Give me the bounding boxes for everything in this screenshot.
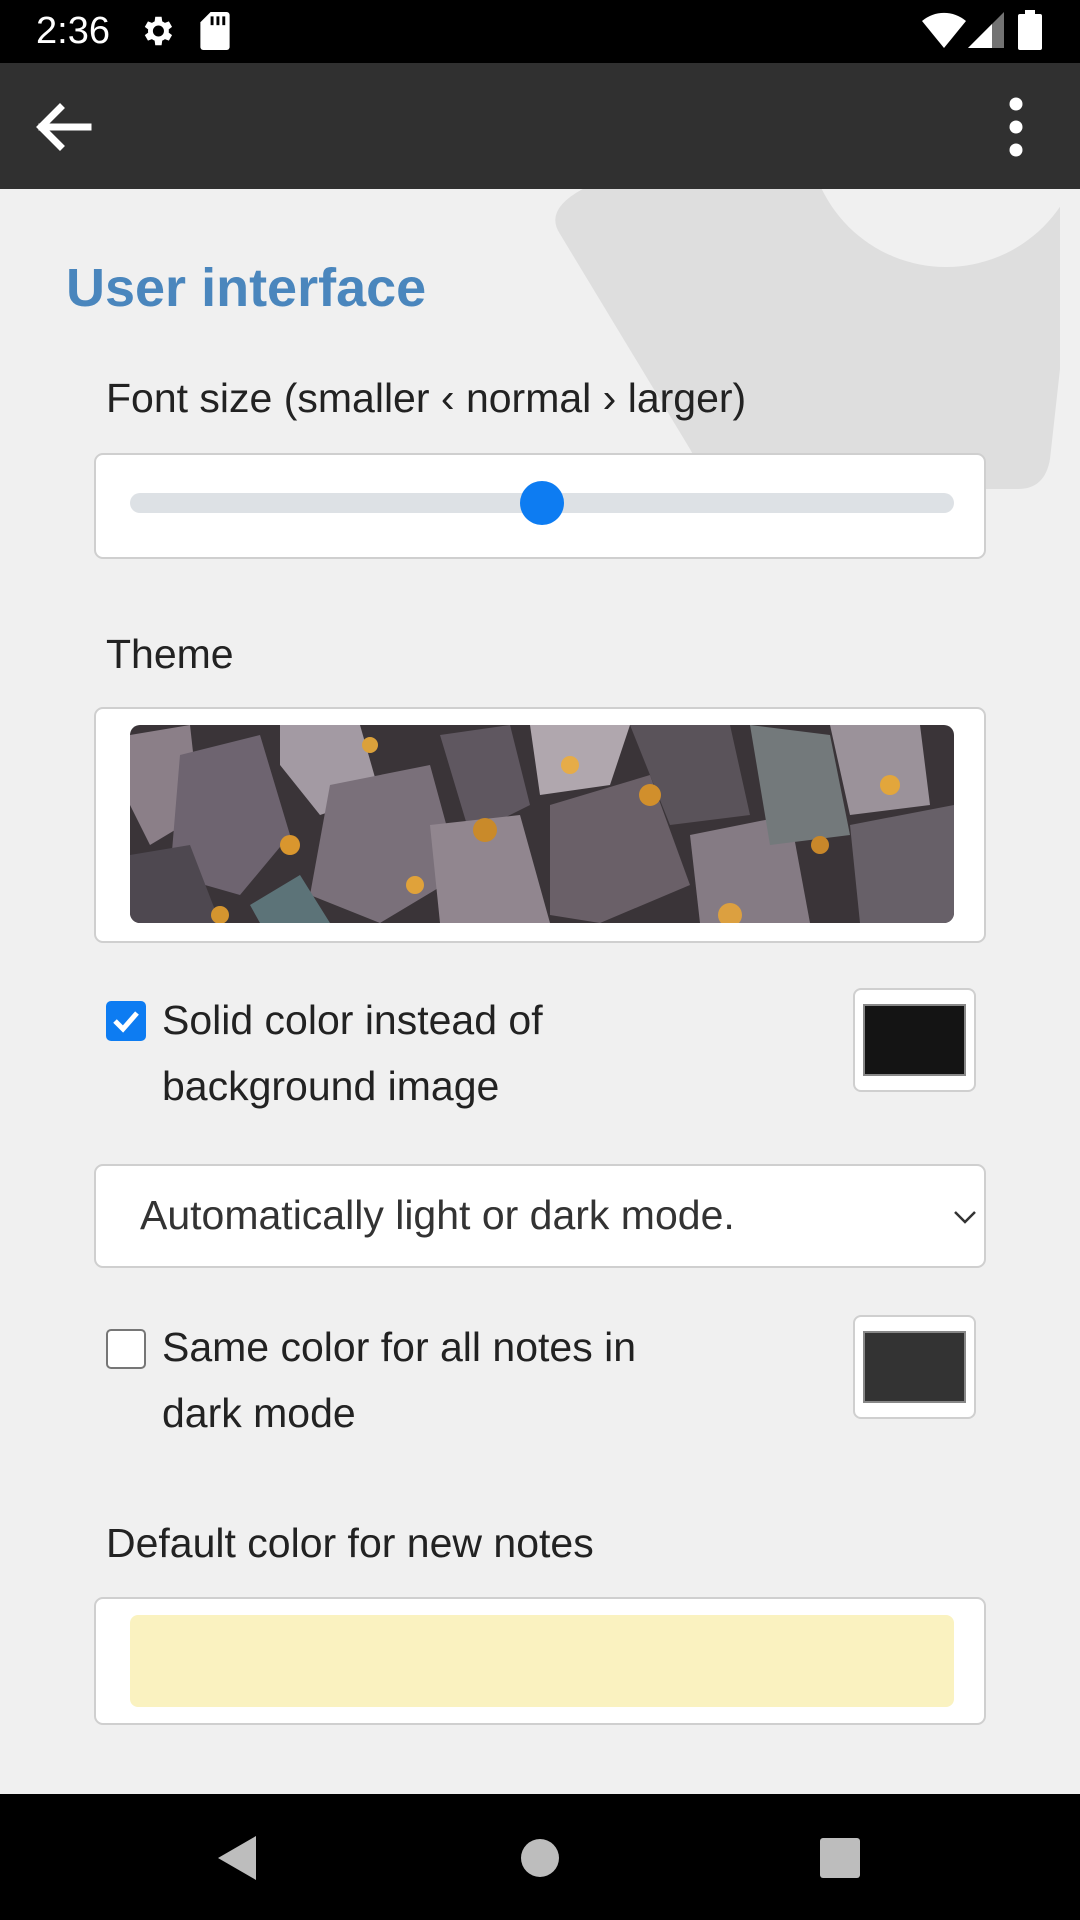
- dark-color-swatch-button[interactable]: [853, 1315, 976, 1419]
- mode-select[interactable]: Automatically light or dark mode.: [94, 1164, 986, 1268]
- overflow-menu-button[interactable]: [980, 91, 1052, 163]
- sd-card-icon: [200, 12, 230, 50]
- nav-home-icon[interactable]: [512, 1830, 568, 1886]
- default-color-label: Default color for new notes: [106, 1520, 594, 1566]
- font-size-slider[interactable]: [94, 453, 986, 559]
- theme-picker[interactable]: [94, 707, 986, 943]
- back-button[interactable]: [28, 91, 100, 163]
- solid-color-checkbox[interactable]: [106, 1001, 146, 1041]
- font-size-label: Font size (smaller ‹ normal › larger): [106, 375, 747, 421]
- signal-icon: [968, 12, 1004, 48]
- chevron-down-icon: [954, 1211, 976, 1224]
- dark-color-swatch: [863, 1331, 966, 1403]
- slider-thumb[interactable]: [520, 481, 564, 525]
- same-color-dark-label: Same color for all notes in dark mode: [162, 1324, 637, 1436]
- arrow-left-icon: [36, 103, 92, 151]
- same-color-dark-checkbox[interactable]: [106, 1329, 146, 1369]
- section-title: User interface: [66, 258, 427, 318]
- more-vert-icon: [1009, 97, 1023, 157]
- wifi-icon: [922, 12, 966, 48]
- screen: 2:36 User interface Font size (smaller ‹…: [0, 0, 1080, 1920]
- theme-label: Theme: [106, 631, 234, 677]
- solid-color-swatch-button[interactable]: [853, 988, 976, 1092]
- default-color-swatch[interactable]: [130, 1615, 954, 1707]
- solid-color-swatch: [863, 1004, 966, 1076]
- mode-select-value: Automatically light or dark mode.: [140, 1192, 735, 1238]
- navigation-bar: [0, 1794, 1080, 1920]
- checkmark-icon: [113, 1011, 139, 1033]
- battery-icon: [1018, 10, 1042, 50]
- nav-recents-icon[interactable]: [812, 1830, 868, 1886]
- nav-back-icon[interactable]: [212, 1830, 268, 1886]
- status-time: 2:36: [36, 10, 110, 52]
- default-color-picker[interactable]: [94, 1597, 986, 1725]
- status-bar: 2:36: [0, 0, 1080, 63]
- rock-texture-image[interactable]: [130, 725, 954, 923]
- theme-image-svg: [130, 725, 954, 923]
- gear-icon: [144, 16, 173, 46]
- app-bar: [0, 63, 1080, 189]
- settings-content: User interface Font size (smaller ‹ norm…: [0, 189, 1080, 1794]
- solid-color-label: Solid color instead of background image: [162, 997, 543, 1109]
